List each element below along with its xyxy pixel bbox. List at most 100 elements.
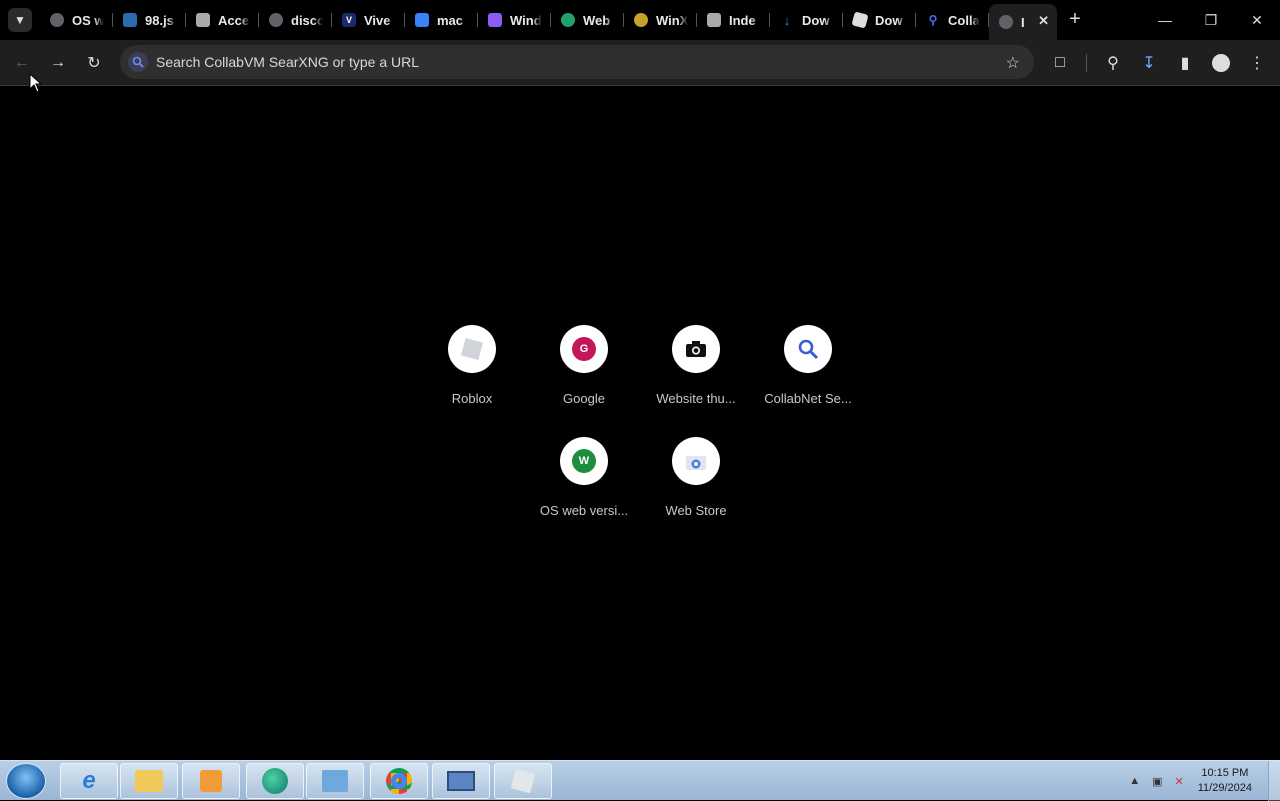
tab-12[interactable]: ⚲ Colla xyxy=(916,4,989,36)
tab-strip: OS w 98.js Acce disco V Vive mac Wind Web… xyxy=(40,4,1057,40)
new-tab-button[interactable]: + xyxy=(1064,8,1086,30)
tab-bar: ▼ OS w 98.js Acce disco V Vive mac Wind W… xyxy=(0,0,1280,40)
globe-icon xyxy=(999,15,1013,29)
globe-icon xyxy=(269,13,283,27)
tab-1[interactable]: 98.js xyxy=(113,4,186,36)
show-desktop-button[interactable] xyxy=(1268,761,1280,801)
system-tray: ▲ ▣ ✕ 10:15 PM 11/29/2024 xyxy=(1123,761,1280,801)
tab-search-button[interactable]: ▼ xyxy=(8,8,32,32)
volume-muted-icon[interactable]: ✕ xyxy=(1175,775,1184,788)
profile-button[interactable] xyxy=(1209,51,1233,75)
shortcut-collabnet-search[interactable]: CollabNet Se... xyxy=(752,325,864,437)
taskbar-chrome[interactable] xyxy=(370,763,428,799)
window-controls: — ❐ ✕ xyxy=(1142,0,1280,40)
shortcut-google[interactable]: G Google xyxy=(528,325,640,437)
taskbar-file-explorer[interactable] xyxy=(120,763,178,799)
shortcut-roblox[interactable]: Roblox xyxy=(416,325,528,437)
globe-icon xyxy=(50,13,64,27)
download-icon: ↧ xyxy=(1142,55,1156,72)
internet-explorer-icon: e xyxy=(82,767,96,794)
puzzle-icon: □ xyxy=(1055,54,1065,71)
tab-6[interactable]: Wind xyxy=(478,4,551,36)
chrome-icon xyxy=(386,768,412,794)
v9-icon: V xyxy=(342,13,356,27)
finder-icon xyxy=(415,13,429,27)
back-button[interactable]: ← xyxy=(10,51,34,75)
tab-3[interactable]: disco xyxy=(259,4,332,36)
flask-icon: ⚲ xyxy=(1107,55,1119,72)
shortcut-website-thumbnail[interactable]: Website thu... xyxy=(640,325,752,437)
roblox-icon xyxy=(851,11,869,29)
new-tab-page: Roblox G Google Website thu... CollabNet… xyxy=(0,87,1280,760)
address-input[interactable] xyxy=(156,45,996,79)
taskbar: e ▲ ▣ ✕ 10:15 PM 11/29/2024 xyxy=(0,760,1280,801)
restore-button[interactable]: ❐ xyxy=(1188,0,1234,40)
menu-button[interactable]: ⋮ xyxy=(1245,51,1269,75)
chevron-down-icon: ▼ xyxy=(14,13,26,27)
close-icon: ✕ xyxy=(1251,11,1263,28)
tab-8[interactable]: WinX xyxy=(624,4,697,36)
wasm-icon xyxy=(196,13,210,27)
close-window-button[interactable]: ✕ xyxy=(1234,0,1280,40)
network-icon[interactable]: ▣ xyxy=(1152,775,1162,788)
toolbar: ← → ↻ ☆ □ ⚲ ↧ ▮ ⋮ xyxy=(0,40,1280,86)
omnibox[interactable]: ☆ xyxy=(120,45,1034,79)
taskbar-edge[interactable] xyxy=(246,763,304,799)
plus-icon: + xyxy=(1069,8,1081,30)
kebab-menu-icon: ⋮ xyxy=(1249,55,1265,72)
search-icon xyxy=(784,325,832,373)
tab-11[interactable]: Dow xyxy=(843,4,916,36)
letter-g-icon: G xyxy=(560,325,608,373)
tab-active[interactable]: I ✕ xyxy=(989,4,1057,40)
camera-icon xyxy=(672,325,720,373)
taskbar-roblox[interactable] xyxy=(494,763,552,799)
roblox-icon xyxy=(448,325,496,373)
shortcut-web-store[interactable]: Web Store xyxy=(640,437,752,549)
arrow-left-icon: ← xyxy=(14,54,30,71)
download-icon: ↓ xyxy=(783,12,791,28)
roblox-icon xyxy=(510,768,536,794)
arrow-right-icon: → xyxy=(50,54,66,71)
search-icon: ⚲ xyxy=(928,13,938,27)
side-panel-icon: ▮ xyxy=(1180,55,1190,72)
labs-button[interactable]: ⚲ xyxy=(1101,51,1125,75)
minimize-button[interactable]: — xyxy=(1142,0,1188,40)
web-icon xyxy=(561,13,575,27)
forward-button[interactable]: → xyxy=(46,51,70,75)
close-tab-icon[interactable]: ✕ xyxy=(1038,13,1049,29)
taskbar-media-player[interactable] xyxy=(182,763,240,799)
taskbar-remote-desktop[interactable] xyxy=(432,763,490,799)
control-panel-icon xyxy=(322,770,348,792)
side-panel-button[interactable]: ▮ xyxy=(1173,51,1197,75)
downloads-button[interactable]: ↧ xyxy=(1137,51,1161,75)
search-engine-icon xyxy=(128,52,148,72)
folder-icon xyxy=(135,770,163,792)
extensions-button[interactable]: □ xyxy=(1048,51,1072,75)
show-hidden-icons[interactable]: ▲ xyxy=(1129,775,1140,787)
restore-icon: ❐ xyxy=(1204,11,1218,28)
tab-4[interactable]: V Vive xyxy=(332,4,405,36)
bookmark-star-icon[interactable]: ☆ xyxy=(1006,53,1020,73)
tab-7[interactable]: Web xyxy=(551,4,624,36)
mouse-cursor xyxy=(29,72,43,93)
windows98-icon xyxy=(123,13,137,27)
taskbar-control-panel[interactable] xyxy=(306,763,364,799)
windows-icon xyxy=(488,13,502,27)
toolbar-divider xyxy=(1086,54,1087,72)
shortcut-os-web-version[interactable]: W OS web versi... xyxy=(528,437,640,549)
tab-0[interactable]: OS w xyxy=(40,4,113,36)
media-player-icon xyxy=(200,770,222,792)
clock[interactable]: 10:15 PM 11/29/2024 xyxy=(1198,766,1252,796)
tab-5[interactable]: mac xyxy=(405,4,478,36)
start-button[interactable] xyxy=(6,763,46,799)
taskbar-internet-explorer[interactable]: e xyxy=(60,763,118,799)
tab-10[interactable]: ↓ Dow xyxy=(770,4,843,36)
avatar-icon xyxy=(1212,54,1230,72)
reload-button[interactable]: ↻ xyxy=(82,51,106,75)
tab-9[interactable]: Inde xyxy=(697,4,770,36)
wasm-icon xyxy=(707,13,721,27)
remote-desktop-icon xyxy=(447,771,475,791)
letter-w-icon: W xyxy=(560,437,608,485)
minimize-icon: — xyxy=(1158,12,1172,28)
tab-2[interactable]: Acce xyxy=(186,4,259,36)
